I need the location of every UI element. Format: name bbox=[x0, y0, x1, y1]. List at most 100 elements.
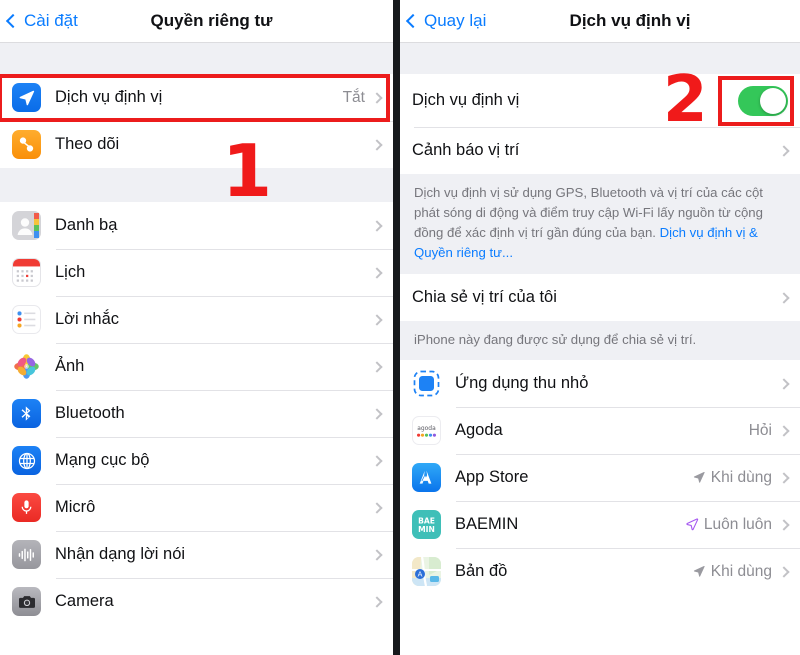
row-label: Ứng dụng thu nhỏ bbox=[455, 374, 589, 393]
photos-icon bbox=[12, 352, 41, 381]
baemin-icon: BAE MIN bbox=[412, 510, 441, 540]
row-label: App Store bbox=[455, 468, 529, 487]
location-arrow-gray-icon bbox=[693, 471, 705, 483]
chevron-right-icon bbox=[371, 360, 383, 373]
row-calendar[interactable]: Lịch bbox=[0, 249, 393, 296]
row-tracking[interactable]: Theo dõi bbox=[0, 121, 393, 168]
row-value-text: Luôn luôn bbox=[703, 515, 772, 533]
contacts-icon bbox=[12, 211, 41, 240]
reminders-icon bbox=[12, 305, 41, 334]
chevron-right-icon bbox=[371, 548, 383, 561]
row-reminders[interactable]: Lời nhắc bbox=[0, 296, 393, 343]
back-button[interactable]: Quay lại bbox=[405, 11, 487, 31]
row-label: Dịch vụ định vị bbox=[55, 88, 163, 106]
row-label: BAEMIN bbox=[455, 515, 519, 534]
row-speech-recognition[interactable]: Nhận dạng lời nói bbox=[0, 531, 393, 578]
row-label: Micrô bbox=[55, 498, 96, 516]
speech-recognition-icon bbox=[12, 540, 41, 569]
row-label: Danh bạ bbox=[55, 216, 118, 234]
row-bluetooth[interactable]: Bluetooth bbox=[0, 390, 393, 437]
row-baemin[interactable]: BAE MIN BAEMIN Luôn luôn bbox=[400, 501, 800, 549]
privacy-group-primary: Dịch vụ định vị Tắt Theo dõi bbox=[0, 74, 393, 168]
row-label: Mạng cục bộ bbox=[55, 451, 150, 469]
row-agoda[interactable]: agoda Agoda Hỏi bbox=[400, 407, 800, 455]
spacer-mid bbox=[0, 168, 393, 202]
page-title: Dịch vụ định vị bbox=[569, 11, 691, 30]
spacer-top bbox=[0, 43, 393, 74]
agoda-icon: agoda bbox=[412, 416, 441, 446]
row-local-network[interactable]: Mạng cục bộ bbox=[0, 437, 393, 484]
row-location-alerts[interactable]: Cảnh báo vị trí bbox=[400, 127, 800, 174]
chevron-right-icon bbox=[371, 266, 383, 279]
back-button-label: Cài đặt bbox=[24, 11, 78, 30]
chevron-right-icon bbox=[778, 519, 790, 531]
chevron-right-icon bbox=[371, 595, 383, 608]
row-value: Khi dùng bbox=[692, 563, 772, 581]
chevron-right-icon bbox=[778, 566, 790, 578]
app-store-icon bbox=[412, 463, 441, 493]
row-location-services-toggle[interactable]: Dịch vụ định vị bbox=[400, 74, 800, 127]
chevron-left-icon bbox=[5, 13, 21, 29]
calendar-icon bbox=[12, 258, 41, 287]
row-label: Bản đồ bbox=[455, 562, 508, 581]
right-phone-screen: Quay lại Dịch vụ định vị Dịch vụ định vị… bbox=[400, 0, 800, 655]
location-services-toggle[interactable] bbox=[738, 85, 788, 116]
row-maps[interactable]: A Bản đồ Khi dùng bbox=[400, 548, 800, 596]
chevron-right-icon bbox=[778, 472, 790, 484]
svg-text:agoda: agoda bbox=[417, 425, 436, 432]
row-label: Bluetooth bbox=[55, 404, 125, 422]
back-button-label: Quay lại bbox=[424, 11, 487, 30]
chevron-right-icon bbox=[778, 292, 790, 304]
row-label: Theo dõi bbox=[55, 135, 120, 153]
row-app-store[interactable]: App Store Khi dùng bbox=[400, 454, 800, 502]
row-label: Nhận dạng lời nói bbox=[55, 545, 186, 563]
panel-divider bbox=[393, 0, 400, 655]
row-value: Luôn luôn bbox=[685, 516, 772, 534]
location-services-group: Dịch vụ định vị Cảnh báo vị trí bbox=[400, 74, 800, 174]
screenshot-root: Cài đặt Quyền riêng tư Dịch vụ định vị T… bbox=[0, 0, 800, 655]
row-value: Tắt bbox=[342, 88, 365, 106]
bluetooth-icon bbox=[12, 399, 41, 428]
location-arrow-gray-icon bbox=[693, 565, 705, 577]
camera-icon bbox=[12, 587, 41, 616]
row-location-services[interactable]: Dịch vụ định vị Tắt bbox=[0, 74, 393, 121]
chevron-right-icon bbox=[371, 138, 383, 151]
chevron-right-icon bbox=[371, 91, 383, 104]
chevron-right-icon bbox=[778, 425, 790, 437]
location-services-icon bbox=[12, 83, 41, 112]
chevron-left-icon bbox=[405, 13, 421, 29]
chevron-right-icon bbox=[371, 219, 383, 232]
row-label: Lịch bbox=[55, 263, 86, 281]
row-contacts[interactable]: Danh bạ bbox=[0, 202, 393, 249]
local-network-icon bbox=[12, 446, 41, 475]
row-label: Agoda bbox=[455, 421, 503, 440]
page-title: Quyền riêng tư bbox=[150, 11, 273, 30]
svg-text:A: A bbox=[418, 571, 423, 579]
row-share-my-location[interactable]: Chia sẻ vị trí của tôi bbox=[400, 274, 800, 322]
chevron-right-icon bbox=[371, 454, 383, 467]
row-label: Dịch vụ định vị bbox=[412, 91, 520, 109]
location-services-description: Dịch vụ định vị sử dụng GPS, Bluetooth v… bbox=[400, 174, 800, 275]
row-label: Camera bbox=[55, 592, 114, 610]
row-label: Ảnh bbox=[55, 357, 85, 375]
svg-text:MIN: MIN bbox=[418, 526, 435, 535]
chevron-right-icon bbox=[371, 501, 383, 514]
spacer-top bbox=[400, 43, 800, 74]
share-location-footnote: iPhone này đang được sử dụng để chia sẻ … bbox=[400, 321, 800, 361]
row-microphone[interactable]: Micrô bbox=[0, 484, 393, 531]
row-app-clips[interactable]: Ứng dụng thu nhỏ bbox=[400, 360, 800, 408]
location-arrow-purple-icon bbox=[686, 518, 699, 531]
chevron-right-icon bbox=[778, 144, 790, 157]
left-navbar: Cài đặt Quyền riêng tư bbox=[0, 0, 393, 43]
row-camera[interactable]: Camera bbox=[0, 578, 393, 625]
back-to-settings-button[interactable]: Cài đặt bbox=[5, 11, 78, 31]
privacy-group-apps: Danh bạ Lịch Lời nhắc Ảnh Bluetooth Mạng… bbox=[0, 202, 393, 625]
maps-icon: A bbox=[412, 557, 441, 587]
apps-location-group: Ứng dụng thu nhỏ agoda Agoda Hỏi App Sto… bbox=[400, 360, 800, 596]
app-clips-icon bbox=[412, 369, 441, 399]
row-photos[interactable]: Ảnh bbox=[0, 343, 393, 390]
row-label: Chia sẻ vị trí của tôi bbox=[412, 288, 557, 307]
row-value: Khi dùng bbox=[692, 469, 772, 487]
tracking-icon bbox=[12, 130, 41, 159]
toggle-knob bbox=[760, 87, 786, 114]
